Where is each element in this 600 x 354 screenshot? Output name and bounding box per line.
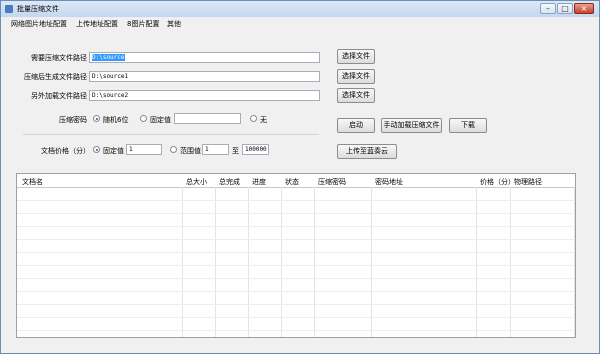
row-line [17,200,575,201]
choose-extra-file-button[interactable]: 选择文件 [337,88,375,103]
section-divider [23,134,319,135]
row-line [17,330,575,331]
column-divider [248,187,249,337]
main-window: 批量压缩文件 – □ × 网络图片地址配置 上传地址配置 8图片配置 其他 需要… [0,0,600,354]
row-line [17,213,575,214]
output-path-input[interactable]: D:\source1 [89,71,320,82]
price-min-input[interactable]: 1 [202,144,229,155]
start-button[interactable]: 启动 [337,118,375,133]
maximize-button[interactable]: □ [557,3,573,14]
menu-network-image-config[interactable]: 网络图片地址配置 [11,19,67,29]
password-none-radio[interactable] [250,115,257,122]
col-password[interactable]: 压缩密码 [318,177,346,187]
source-path-input[interactable]: D:\source [89,52,320,63]
row-line [17,265,575,266]
col-doc-name[interactable]: 文档名 [22,177,43,187]
window-title: 批量压缩文件 [17,5,59,13]
row-line [17,239,575,240]
col-price[interactable]: 价格（分） [480,177,515,187]
upload-cloud-button[interactable]: 上传至蓝奏云 [337,144,397,159]
row-line [17,317,575,318]
price-label: 文档价格（分） [41,147,90,155]
column-divider [476,187,477,337]
row-line [17,304,575,305]
password-random-label: 随机6位 [103,116,129,124]
password-label: 压缩密码 [59,116,87,124]
choose-output-file-button[interactable]: 选择文件 [337,69,375,84]
extra-path-input[interactable]: D:\source2 [89,90,320,101]
column-divider [281,187,282,337]
menu-8-image-config[interactable]: 8图片配置 [127,19,159,29]
download-button[interactable]: 下载 [449,118,487,133]
column-divider [574,187,575,337]
price-fixed-input[interactable]: 1 [126,144,162,155]
menu-other[interactable]: 其他 [167,19,181,29]
source-path-label: 需要压缩文件路径 [31,54,87,62]
col-password-url[interactable]: 密码地址 [375,177,403,187]
price-max-input[interactable]: 100000 [242,144,269,155]
column-divider [371,187,372,337]
price-range-radio[interactable] [170,146,177,153]
title-bar: 批量压缩文件 – □ × [1,1,599,17]
table-header: 文档名 总大小 总完成 进度 状态 压缩密码 密码地址 价格（分） 物理路径 [17,174,575,188]
price-fixed-label: 固定值 [103,147,124,155]
col-total-done[interactable]: 总完成 [219,177,240,187]
password-random-radio[interactable] [93,115,100,122]
column-divider [182,187,183,337]
file-table[interactable]: 文档名 总大小 总完成 进度 状态 压缩密码 密码地址 价格（分） 物理路径 [16,173,576,338]
row-line [17,278,575,279]
source-path-value: D:\source [92,54,125,61]
col-total-size[interactable]: 总大小 [186,177,207,187]
price-range-label: 范围值 [180,147,201,155]
password-none-label: 无 [260,116,267,124]
menu-upload-config[interactable]: 上传地址配置 [76,19,118,29]
column-divider [510,187,511,337]
column-divider [314,187,315,337]
row-line [17,226,575,227]
price-to-label: 至 [232,147,239,155]
manual-load-button[interactable]: 手动加载压缩文件 [381,118,442,133]
col-progress[interactable]: 进度 [252,177,266,187]
password-fixed-radio[interactable] [140,115,147,122]
col-physical-path[interactable]: 物理路径 [514,177,542,187]
password-fixed-input[interactable] [174,113,241,124]
row-line [17,252,575,253]
menu-bar: 网络图片地址配置 上传地址配置 8图片配置 其他 [1,17,599,31]
extra-path-label: 另外加载文件路径 [31,92,87,100]
app-icon [5,5,13,13]
minimize-button[interactable]: – [540,3,556,14]
choose-source-file-button[interactable]: 选择文件 [337,49,375,64]
column-divider [215,187,216,337]
price-fixed-radio[interactable] [93,146,100,153]
output-path-label: 压缩后生成文件路径 [24,73,87,81]
col-status[interactable]: 状态 [285,177,299,187]
close-button[interactable]: × [574,3,594,14]
password-fixed-label: 固定值 [150,116,171,124]
row-line [17,291,575,292]
